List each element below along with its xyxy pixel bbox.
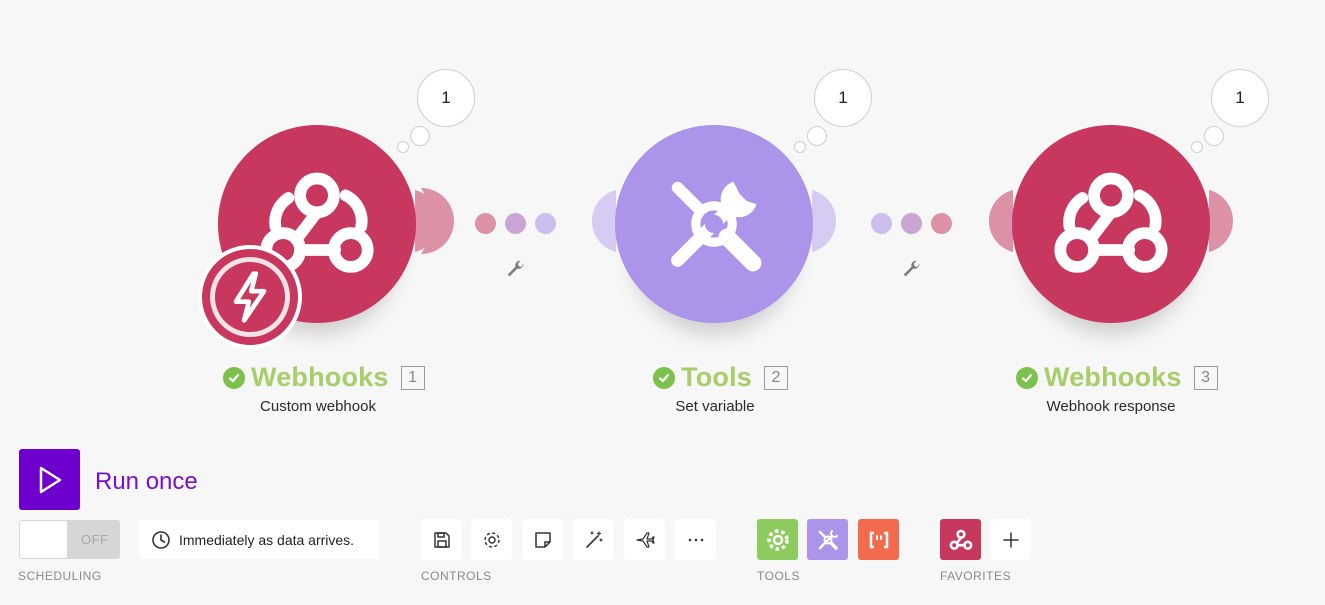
- gear-icon: [766, 528, 789, 551]
- webhook-icon: [949, 529, 972, 550]
- operation-count-bubble-2[interactable]: 1: [814, 69, 872, 127]
- favorite-webhooks-button[interactable]: [940, 519, 981, 560]
- toggle-state: OFF: [81, 532, 109, 547]
- module-connector-left[interactable]: [969, 188, 1013, 254]
- module-app-name: Webhooks: [1044, 362, 1182, 392]
- route-settings-wrench-icon[interactable]: [901, 258, 923, 280]
- module-action-label: Set variable: [675, 398, 755, 415]
- toggle-knob: [20, 521, 67, 558]
- module-title-2: Tools 2: [653, 362, 788, 393]
- webhook-module-circle[interactable]: [1012, 125, 1210, 323]
- schedule-settings-button[interactable]: Immediately as data arrives.: [139, 520, 379, 559]
- more-options-button[interactable]: [675, 519, 716, 560]
- tools-module-circle[interactable]: [615, 125, 813, 323]
- notes-button[interactable]: [522, 519, 563, 560]
- module-webhooks-webhook-response[interactable]: [988, 125, 1234, 323]
- tools-icon: [671, 181, 762, 272]
- schedule-text: Immediately as data arrives.: [179, 531, 355, 548]
- save-icon: [433, 531, 450, 548]
- lightning-icon: [215, 262, 285, 332]
- module-connector-right[interactable]: [812, 188, 856, 254]
- controls-section-label: CONTROLS: [421, 569, 492, 583]
- module-app-name: Tools: [681, 362, 752, 392]
- module-index: 1: [400, 365, 425, 390]
- connector-dot: [505, 213, 526, 234]
- scheduling-section-label: SCHEDULING: [18, 569, 102, 583]
- module-index: 2: [764, 365, 788, 390]
- check-icon: [223, 366, 245, 389]
- gear-icon: [483, 531, 500, 548]
- add-favorite-button[interactable]: [990, 519, 1031, 560]
- tools-section-label: TOOLS: [757, 569, 800, 583]
- clock-icon: [152, 530, 170, 549]
- favorites-section-label: FAVORITES: [940, 569, 1011, 583]
- brackets-icon: [869, 531, 888, 548]
- module-action-label: Webhook response: [1046, 398, 1176, 415]
- explain-flow-button[interactable]: [624, 519, 665, 560]
- save-button[interactable]: [421, 519, 462, 560]
- operation-count-bubble-3[interactable]: 1: [1211, 69, 1269, 127]
- tool-text-parser-button[interactable]: [858, 519, 899, 560]
- plus-icon: [1002, 531, 1019, 548]
- route-settings-wrench-icon[interactable]: [505, 258, 527, 280]
- connector-dot: [931, 213, 952, 234]
- module-title-1: Webhooks 1: [223, 362, 425, 393]
- module-app-name: Webhooks: [251, 362, 389, 392]
- auto-align-button[interactable]: [573, 519, 614, 560]
- module-webhooks-custom-webhook[interactable]: [198, 125, 454, 349]
- connector-dot: [871, 213, 892, 234]
- module-connector-right[interactable]: [1209, 188, 1253, 254]
- airplane-icon: [635, 531, 655, 548]
- magic-wand-icon: [585, 530, 603, 548]
- scheduling-toggle[interactable]: OFF: [19, 520, 120, 559]
- run-once-button[interactable]: [19, 449, 80, 510]
- note-icon: [534, 531, 551, 548]
- module-connector-left[interactable]: [572, 188, 616, 254]
- module-title-3: Webhooks 3: [1016, 362, 1218, 393]
- tool-flow-control-button[interactable]: [757, 519, 798, 560]
- play-icon: [39, 466, 61, 493]
- connector-dot: [901, 213, 922, 234]
- module-tools-set-variable[interactable]: [591, 125, 837, 323]
- module-index: 3: [1193, 365, 1218, 390]
- tool-tools-button[interactable]: [807, 519, 848, 560]
- instant-trigger-badge: [198, 245, 302, 349]
- operation-count-bubble-1[interactable]: 1: [417, 69, 475, 127]
- run-once-label[interactable]: Run once: [95, 468, 198, 496]
- check-icon: [1016, 366, 1038, 389]
- webhook-icon: [1054, 172, 1168, 273]
- more-icon: [688, 538, 703, 541]
- check-icon: [653, 366, 675, 389]
- module-action-label: Custom webhook: [260, 398, 376, 415]
- scenario-settings-button[interactable]: [471, 519, 512, 560]
- connector-dot: [475, 213, 496, 234]
- tools-icon: [818, 529, 838, 550]
- connector-dot: [535, 213, 556, 234]
- module-connector-right[interactable]: [415, 188, 459, 254]
